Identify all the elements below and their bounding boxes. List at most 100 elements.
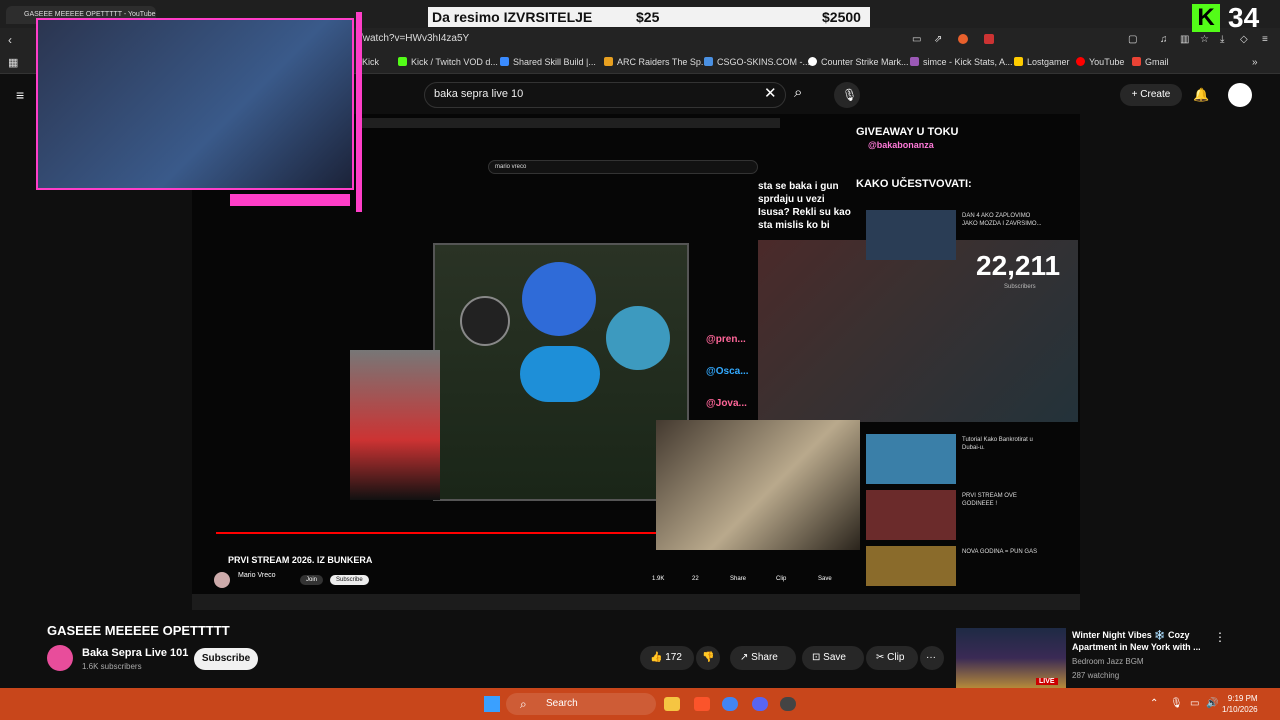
create-label: Create (1140, 89, 1171, 100)
clip-button[interactable]: ✂ Clip (866, 646, 918, 670)
tabs-icon[interactable]: ▢ (1128, 33, 1137, 47)
volume-icon[interactable]: 🔊 (1206, 697, 1218, 711)
share-icon[interactable]: ⇗ (934, 33, 942, 47)
related-thumbnail (866, 210, 956, 260)
viewer-count: 34 (1228, 2, 1260, 33)
back-icon[interactable]: ‹ (8, 33, 12, 47)
share-label: Share (751, 652, 778, 663)
chrome-icon[interactable] (722, 697, 738, 711)
bookmark-item[interactable]: YouTube (1076, 57, 1124, 67)
subscribe-button[interactable]: Subscribe (194, 648, 258, 670)
channel-avatar[interactable] (47, 645, 73, 671)
bookmark-item[interactable]: Gmail (1132, 57, 1169, 67)
bookmarks-more-icon[interactable]: » (1252, 56, 1258, 70)
share-icon: ↗ (740, 652, 749, 663)
inner-search-box: mario vreco (488, 160, 758, 174)
related-title: DAN 4 AKO ZAPLOVIMO JAKO MOZDA I ZAVRSIM… (962, 213, 1042, 227)
chat-mention: @pren... (706, 334, 746, 345)
inner-avatar (214, 572, 230, 588)
search-input[interactable]: baka sepra live 10 (434, 88, 523, 100)
apps-grid-icon[interactable]: ▦ (8, 56, 18, 70)
menu-icon[interactable]: ≡ (1262, 33, 1268, 47)
taskbar-clock[interactable]: 9:19 PM 1/10/2026 (1222, 693, 1258, 715)
notifications-bell-icon[interactable]: 🔔 (1193, 88, 1209, 102)
like-button[interactable]: 👍 172 (640, 646, 694, 670)
search-icon[interactable]: ⌕ (794, 85, 802, 100)
inner-progress-bar (216, 532, 656, 534)
bookmark-item[interactable]: Kick (362, 57, 379, 67)
microphone-icon: 🎙 (842, 88, 858, 102)
more-actions-button[interactable]: ··· (920, 646, 944, 670)
windows-start-icon[interactable] (484, 696, 500, 712)
inner-join-button: Join (300, 575, 324, 585)
dislike-button[interactable]: 👎 (696, 646, 720, 670)
donation-goal-banner: Da resimo IZVRSITELJE $25 $2500 (428, 7, 870, 27)
url-text[interactable]: /watch?v=HWv3hI4za5Y (360, 33, 469, 44)
save-button[interactable]: ⊡ Save (802, 646, 864, 670)
recommended-watching: 287 watching (1072, 671, 1120, 680)
hills-logo (460, 296, 510, 346)
music-icon[interactable]: ♫ (1160, 33, 1168, 47)
discord-icon[interactable] (752, 697, 768, 711)
video-title: GASEEE MEEEEE OPETTTTT (47, 623, 230, 638)
how-to-enter-text: KAKO UČESTVOVATI: (856, 178, 972, 190)
network-icon[interactable]: ▭ (1190, 697, 1199, 711)
related-title: Tutorial Kako Bankrotirat u Dubai-u. (962, 437, 1033, 451)
like-count: 172 (665, 652, 682, 663)
kebab-menu-icon[interactable]: ⋮ (1214, 630, 1226, 644)
extension-icon[interactable] (984, 34, 994, 44)
related-title: PRVI STREAM OVE GODINEEE ! (962, 493, 1017, 507)
bookmark-item[interactable]: Lostgamer (1014, 57, 1070, 67)
brave-browser-icon[interactable] (694, 697, 710, 711)
inner-clip: Clip (776, 576, 787, 582)
inner-taskbar (192, 594, 1080, 610)
clear-search-icon[interactable]: ✕ (764, 86, 777, 101)
subscriber-count: 1.6K subscribers (82, 662, 142, 671)
hamburger-menu-icon[interactable]: ≡ (16, 88, 24, 102)
bookmark-item[interactable]: Shared Skill Build |... (500, 57, 596, 67)
bookmark-item[interactable]: Counter Strike Mark... (808, 57, 909, 67)
goal-current: $25 (636, 9, 660, 25)
inner-likes: 1.9K (652, 576, 665, 582)
save-label: Save (823, 652, 846, 663)
bookmark-item[interactable]: Kick / Twitch VOD d... (398, 57, 498, 67)
recommended-title[interactable]: Winter Night Vibes ❄️ Cozy Apartment in … (1072, 629, 1212, 653)
bookmark-item[interactable]: ARC Raiders The Sp... (604, 57, 708, 67)
brave-shield-icon[interactable] (958, 34, 968, 44)
obs-icon[interactable] (780, 697, 796, 711)
webcam-feed (656, 420, 860, 550)
recommended-channel: Bedroom Jazz BGM (1072, 657, 1144, 666)
voice-search-button[interactable]: 🎙 (834, 82, 860, 108)
inner-subscribe-button: Subscribe (330, 575, 369, 585)
inner-dislikes: 22 (692, 576, 699, 582)
live-badge: LIVE (1036, 678, 1058, 685)
cast-icon[interactable]: ▭ (912, 33, 921, 47)
create-button[interactable]: + Create (1120, 84, 1182, 106)
inner-video-title: PRVI STREAM 2026. IZ BUNKERA (228, 555, 373, 565)
goal-target: $2500 (822, 9, 861, 25)
clip-label: Clip (887, 652, 905, 663)
subscriber-count: 22,211 (976, 250, 1061, 281)
thumbs-up-icon: 👍 (650, 652, 663, 663)
mic-tray-icon[interactable]: 🎙 (1170, 697, 1183, 711)
taskbar-search[interactable]: ⌕ Search (506, 693, 656, 715)
bookmark-item[interactable]: CSGO-SKINS.COM -... (704, 57, 810, 67)
channel-name[interactable]: Baka Sepra Live 101 (82, 647, 188, 659)
streamer-face-circle (522, 262, 596, 336)
minecraft-character (350, 350, 440, 500)
sidebar-icon[interactable]: ▥ (1180, 33, 1189, 47)
related-title: NOVA GODINA = PUN GAS (962, 549, 1038, 555)
shield-icon[interactable]: ◇ (1240, 33, 1248, 47)
share-button[interactable]: ↗ Share (730, 646, 796, 670)
bookmark-item[interactable]: simce - Kick Stats, A... (910, 57, 1013, 67)
downloads-icon[interactable]: ⤓ (1220, 33, 1224, 47)
related-thumbnail (866, 434, 956, 484)
tray-chevron-icon[interactable]: ⌃ (1150, 697, 1158, 711)
bookmark-icon[interactable]: ☆ (1200, 33, 1209, 47)
inner-share: Share (730, 576, 747, 582)
clock-time: 9:19 PM (1227, 694, 1258, 703)
inner-browser-tabs (360, 118, 780, 128)
account-avatar[interactable] (1228, 83, 1252, 107)
file-explorer-icon[interactable] (664, 697, 680, 711)
webcam-accent-bar (230, 194, 350, 206)
